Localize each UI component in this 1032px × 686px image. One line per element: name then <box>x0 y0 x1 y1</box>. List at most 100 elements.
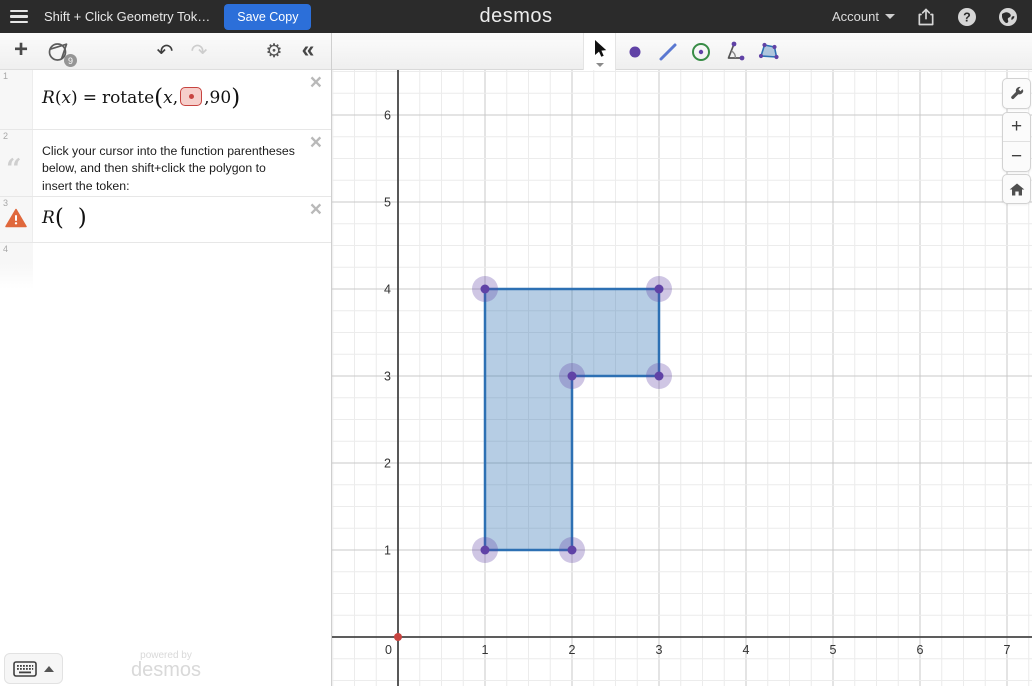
badge-count: 9 <box>64 54 77 67</box>
math-function-name: R <box>42 88 55 108</box>
point-token-dot <box>189 94 194 99</box>
row-gutter[interactable]: 1 <box>0 70 33 129</box>
polygon-vertex-point[interactable] <box>481 285 490 294</box>
row-number: 1 <box>3 71 8 81</box>
warning-icon <box>5 208 27 233</box>
circle-tool-icon <box>690 41 712 63</box>
x-tick-label: 0 <box>385 643 392 657</box>
expression-row-1[interactable]: 1 R(x)=rotate(x,,90) × <box>0 70 331 130</box>
undo-icon: ↶ <box>157 39 174 64</box>
math-operator: rotate <box>102 88 154 108</box>
keyboard-toggle-button[interactable] <box>4 653 63 684</box>
row-gutter[interactable]: 4 <box>0 243 33 289</box>
point-tool-icon <box>624 41 646 63</box>
x-tick-label: 5 <box>830 643 837 657</box>
top-header: Shift + Click Geometry Tok… Save Copy de… <box>0 0 1032 33</box>
y-tick-label: 3 <box>384 370 391 384</box>
redo-icon: ↷ <box>191 39 208 64</box>
x-tick-label: 4 <box>743 643 750 657</box>
keyboard-icon <box>13 661 37 677</box>
select-tool[interactable] <box>583 33 616 70</box>
polygon-tool-icon <box>757 41 781 63</box>
graph-area: 01234567123456 + − <box>332 33 1032 686</box>
expression-math[interactable]: R() <box>33 197 87 242</box>
polygon-vertex-point[interactable] <box>568 546 577 555</box>
share-button[interactable] <box>916 7 936 27</box>
graph-canvas[interactable]: 01234567123456 <box>332 70 1032 686</box>
math-variable: x <box>61 88 71 108</box>
geometry-tools-button[interactable]: 9 <box>46 38 72 64</box>
language-button[interactable] <box>998 7 1018 27</box>
note-quote-icon: “ <box>6 154 22 185</box>
gear-icon: ⚙ <box>265 40 282 63</box>
undo-button[interactable]: ↶ <box>152 38 178 64</box>
row-number: 4 <box>3 244 8 254</box>
expression-row-2[interactable]: 2 “ Click your cursor into the function … <box>0 130 331 197</box>
zoom-controls: + − <box>1002 112 1031 172</box>
expression-toolbar: + 9 ↶ ↷ ⚙ « <box>0 33 331 70</box>
remove-expression-button[interactable]: × <box>310 199 322 220</box>
chevron-up-icon <box>44 666 54 672</box>
polygon-vertex-point[interactable] <box>481 546 490 555</box>
remove-expression-button[interactable]: × <box>310 132 322 153</box>
math-variable: x <box>163 88 173 108</box>
origin-point[interactable] <box>394 633 402 641</box>
angle-tool[interactable] <box>723 40 747 64</box>
geometry-toolbar <box>332 33 1032 70</box>
zoom-out-button[interactable]: − <box>1003 142 1030 171</box>
y-tick-label: 6 <box>384 109 391 123</box>
svg-text:?: ? <box>963 10 971 24</box>
math-equals: = <box>83 88 97 108</box>
redo-button[interactable]: ↷ <box>186 38 212 64</box>
expression-panel: + 9 ↶ ↷ ⚙ « 1 <box>0 33 332 686</box>
angle-tool-icon <box>724 41 746 63</box>
chevron-down-icon <box>596 63 604 67</box>
globe-icon <box>998 7 1018 27</box>
default-view-button[interactable] <box>1002 174 1031 204</box>
polygon-vertex-point[interactable] <box>655 285 664 294</box>
save-copy-button[interactable]: Save Copy <box>224 4 311 30</box>
circle-tool[interactable] <box>689 40 713 64</box>
polygon-vertex-point[interactable] <box>655 372 664 381</box>
y-tick-label: 4 <box>384 283 391 297</box>
row-gutter[interactable]: 2 “ <box>0 130 33 196</box>
row-number: 2 <box>3 131 8 141</box>
math-paren: ) <box>231 85 240 111</box>
row-number: 3 <box>3 198 8 208</box>
expression-row-4[interactable]: 4 <box>0 243 331 289</box>
menu-button[interactable] <box>10 8 32 26</box>
plus-icon: + <box>14 38 28 62</box>
math-paren: ( <box>55 205 64 231</box>
add-expression-button[interactable]: + <box>8 38 34 64</box>
y-tick-label: 5 <box>384 196 391 210</box>
expression-row-3[interactable]: 3 R() × <box>0 197 331 243</box>
y-tick-label: 2 <box>384 457 391 471</box>
polygon-tool[interactable] <box>757 40 781 64</box>
segment-tool[interactable] <box>656 40 680 64</box>
home-icon <box>1009 182 1025 197</box>
settings-button[interactable]: ⚙ <box>261 38 287 64</box>
x-tick-label: 7 <box>1004 643 1011 657</box>
help-button[interactable]: ? <box>957 7 977 27</box>
expression-math[interactable]: R(x)=rotate(x,,90) <box>33 70 240 129</box>
x-tick-label: 2 <box>569 643 576 657</box>
point-tool[interactable] <box>623 40 647 64</box>
graph-settings-button[interactable] <box>1002 78 1031 109</box>
account-menu[interactable]: Account <box>832 9 895 24</box>
note-text[interactable]: Click your cursor into the function pare… <box>33 130 323 196</box>
cursor-arrow-icon <box>591 39 609 59</box>
x-tick-label: 3 <box>656 643 663 657</box>
math-paren: ) <box>71 88 78 108</box>
math-paren: ( <box>154 85 163 111</box>
math-paren: ) <box>78 205 87 231</box>
row-gutter[interactable]: 3 <box>0 197 33 242</box>
account-label: Account <box>832 9 879 24</box>
question-icon: ? <box>957 7 977 27</box>
remove-expression-button[interactable]: × <box>310 72 322 93</box>
polygon-vertex-point[interactable] <box>568 372 577 381</box>
chevron-down-icon <box>885 14 895 19</box>
zoom-in-button[interactable]: + <box>1003 113 1030 142</box>
chevron-double-left-icon: « <box>302 38 315 61</box>
math-function-name: R <box>42 208 55 228</box>
collapse-panel-button[interactable]: « <box>295 38 321 64</box>
